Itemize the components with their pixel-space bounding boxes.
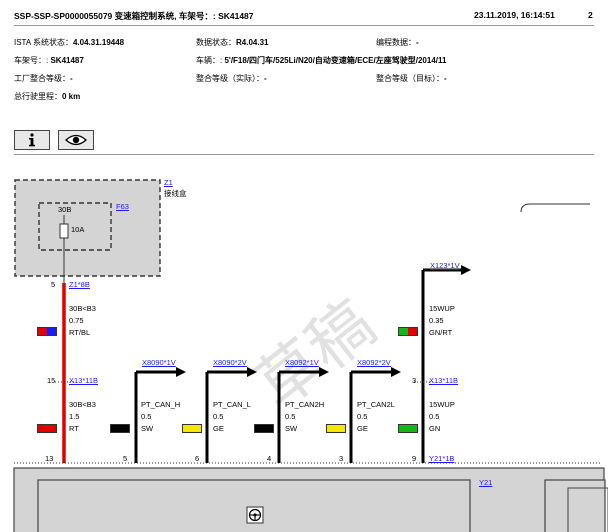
pin-can2l: 3 <box>339 454 344 463</box>
pin-can-h: 5 <box>123 454 128 463</box>
color-swatch-rt-bl <box>37 327 57 336</box>
x13-11b-link[interactable]: X13*11B <box>69 376 98 385</box>
red-wire-color: RT/BL <box>69 328 91 337</box>
steering-wheel-icon <box>246 506 264 524</box>
x13-11b-link-right[interactable]: X13*11B <box>429 376 458 385</box>
r-wire-color: GN/RT <box>429 328 453 337</box>
fuse-rating: 10A <box>71 225 85 234</box>
pt-can-l-size: 0.5 <box>213 412 224 421</box>
color-swatch-gn-rt <box>398 327 418 336</box>
fuse-symbol <box>59 223 69 239</box>
module-corner-bracket <box>520 203 590 213</box>
color-swatch-ge-1 <box>182 424 202 433</box>
z1-description: 接线盒 <box>164 189 187 198</box>
x123-1v-link[interactable]: X123*1V <box>430 261 460 270</box>
r-wire-size: 0.35 <box>429 316 444 325</box>
r-wire-term: 15WUP <box>429 304 455 313</box>
pt-can2l-size: 0.5 <box>357 412 368 421</box>
pt-can-h-size: 0.5 <box>141 412 152 421</box>
pt-can2h-name: PT_CAN2H <box>285 400 325 409</box>
arrow-x8090-1v <box>136 367 186 377</box>
y21-1b-link[interactable]: Y21*1B <box>429 454 454 463</box>
color-swatch-ge-2 <box>326 424 346 433</box>
red2-term: 30B<B3 <box>69 400 96 409</box>
z1-link[interactable]: Z1 <box>164 178 173 187</box>
color-swatch-sw-1 <box>110 424 130 433</box>
red-wire-size: 0.75 <box>69 316 84 325</box>
y21-inner-panel <box>37 479 471 532</box>
pin-9-label: 9 <box>412 454 417 463</box>
pin-15-label: 15 <box>47 376 56 385</box>
pt-can2l-color: GE <box>357 424 368 433</box>
pin-5-label: 5 <box>51 280 56 289</box>
pt-can2l-name: PT_CAN2L <box>357 400 395 409</box>
pin-can-l: 6 <box>195 454 200 463</box>
pin-can2h: 4 <box>267 454 272 463</box>
red2-size: 1.5 <box>69 412 80 421</box>
pt-can-h-name: PT_CAN_H <box>141 400 181 409</box>
fuse-terminal-label: 30B <box>58 205 72 214</box>
pt-can-l-color: GE <box>213 424 224 433</box>
red-wire-term: 30B<B3 <box>69 304 96 313</box>
x8090-2v-link[interactable]: X8090*2V <box>213 358 247 367</box>
r2-color: GN <box>429 424 441 433</box>
pin-3-label: 3 <box>412 376 417 385</box>
r2-term: 15WUP <box>429 400 455 409</box>
wiring-diagram: 草稿 <box>13 179 608 532</box>
x8092-2v-link[interactable]: X8092*2V <box>357 358 391 367</box>
f63-link[interactable]: F63 <box>116 202 129 211</box>
pt-can-h-color: SW <box>141 424 154 433</box>
color-swatch-sw-2 <box>254 424 274 433</box>
z1-8b-link[interactable]: Z1*8B <box>69 280 90 289</box>
pin-13-label: 13 <box>45 454 54 463</box>
arrow-x8090-2v <box>207 367 257 377</box>
color-swatch-rt <box>37 424 57 433</box>
y21-link[interactable]: Y21 <box>479 478 492 487</box>
pt-can2h-size: 0.5 <box>285 412 296 421</box>
pt-can2h-color: SW <box>285 424 298 433</box>
red2-color: RT <box>69 424 79 433</box>
x8092-1v-link[interactable]: X8092*1V <box>285 358 319 367</box>
pt-can-l-name: PT_CAN_L <box>213 400 251 409</box>
x8090-1v-link[interactable]: X8090*1V <box>142 358 176 367</box>
r2-size: 0.5 <box>429 412 440 421</box>
color-swatch-gn <box>398 424 418 433</box>
